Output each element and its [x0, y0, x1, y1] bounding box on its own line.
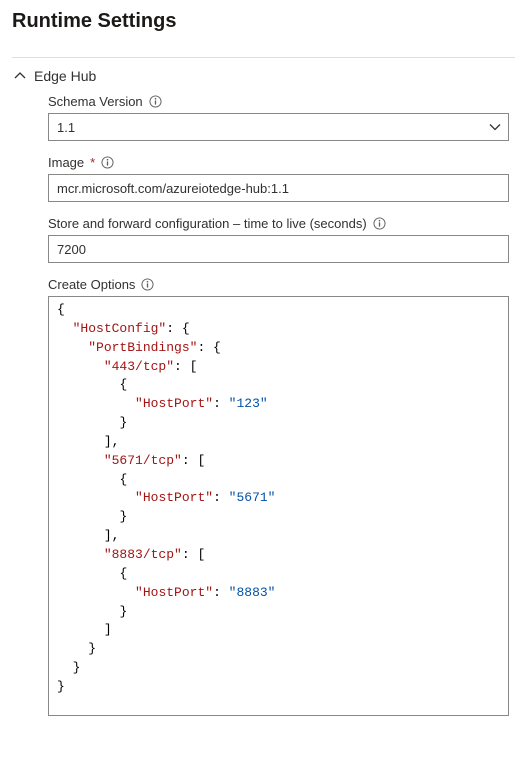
schema-version-label: Schema Version	[48, 94, 143, 109]
section-toggle-edge-hub[interactable]: Edge Hub	[12, 64, 515, 94]
chevron-up-icon	[14, 70, 26, 82]
info-icon[interactable]	[101, 156, 114, 169]
ttl-input[interactable]	[48, 235, 509, 263]
create-options-editor[interactable]: { "HostConfig": { "PortBindings": { "443…	[48, 296, 509, 716]
info-icon[interactable]	[149, 95, 162, 108]
divider	[12, 57, 515, 58]
schema-version-select[interactable]	[48, 113, 509, 141]
info-icon[interactable]	[373, 217, 386, 230]
ttl-label: Store and forward configuration – time t…	[48, 216, 367, 231]
create-options-label: Create Options	[48, 277, 135, 292]
info-icon[interactable]	[141, 278, 154, 291]
image-input[interactable]	[48, 174, 509, 202]
page-title: Runtime Settings	[12, 10, 515, 33]
section-title: Edge Hub	[34, 68, 96, 84]
image-label: Image	[48, 155, 84, 170]
required-asterisk: *	[90, 155, 95, 170]
